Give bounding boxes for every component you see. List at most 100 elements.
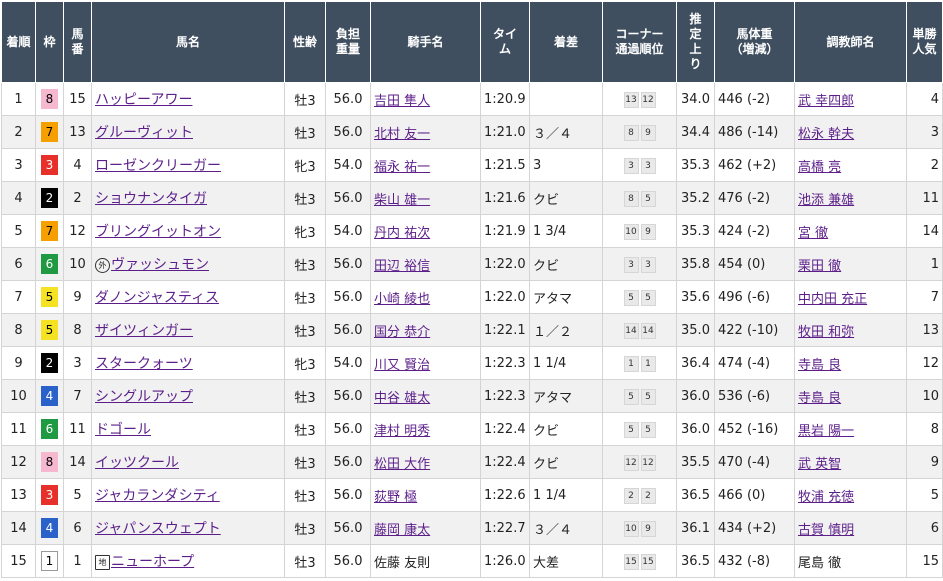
last3f-cell: 34.0	[676, 82, 715, 116]
jockey-link[interactable]: 田辺 裕信	[374, 259, 430, 274]
umaban-value: 1	[73, 553, 82, 569]
horse-name-link[interactable]: ショウナンタイガ	[95, 191, 207, 207]
sex-age-cell: 牡3	[284, 313, 326, 347]
trainer-link[interactable]: 武 英智	[798, 457, 841, 472]
body-weight-value: 496 (-6)	[718, 289, 771, 305]
table-row: 15 1 1 地ニューホープ 牡3 56.0 佐藤 友則 1:26.0 大差 15 15 36.5 43…	[1, 544, 943, 578]
corner-cell: 10 9	[602, 511, 677, 545]
horse-name-link[interactable]: ジャパンスウェプト	[95, 521, 221, 537]
jockey-link[interactable]: 川又 賢治	[374, 358, 430, 373]
popularity-value: 9	[930, 454, 939, 470]
jockey-link[interactable]: 丹内 祐次	[374, 226, 430, 241]
rank-value: 13	[10, 487, 27, 503]
jockey-link[interactable]: 松田 大作	[374, 457, 430, 472]
jockey-link[interactable]: 中谷 雄太	[374, 391, 430, 406]
rank-value: 8	[14, 322, 23, 338]
trainer-link[interactable]: 古賀 慎明	[798, 523, 854, 538]
corner-position: 10	[623, 223, 639, 240]
horse-name-link[interactable]: イッツクール	[95, 455, 179, 471]
weight-value: 54.0	[333, 157, 363, 173]
horse-name-cell: スタークォーツ	[91, 346, 285, 380]
last3f-value: 35.2	[681, 190, 710, 206]
margin-cell: 1 1/4	[529, 478, 603, 512]
trainer-link[interactable]: 寺島 良	[798, 391, 841, 406]
umaban-cell: 12	[63, 214, 92, 248]
trainer-link[interactable]: 武 幸四郎	[798, 94, 854, 109]
jockey-link[interactable]: 吉田 隼人	[374, 94, 430, 109]
last3f-value: 34.4	[681, 124, 710, 140]
trainer-link[interactable]: 黒岩 陽一	[798, 424, 854, 439]
sex-age-value: 牡3	[294, 324, 316, 340]
horse-name-link[interactable]: ニューホープ	[111, 554, 194, 570]
trainer-link[interactable]: 高橋 亮	[798, 160, 841, 175]
trainer-link[interactable]: 中内田 充正	[798, 292, 867, 307]
margin-cell	[529, 82, 603, 116]
margin-cell: アタマ	[529, 280, 603, 314]
jockey-link[interactable]: 津村 明秀	[374, 424, 430, 439]
jockey-link[interactable]: 藤岡 康太	[374, 523, 430, 538]
popularity-value: 2	[930, 157, 939, 173]
margin-value: アタマ	[533, 291, 573, 307]
horse-name-link[interactable]: ジャカランダシティ	[95, 488, 220, 504]
horse-name-link[interactable]: ブリングイットオン	[95, 224, 221, 240]
header-popularity: 単勝 人気	[906, 1, 943, 83]
trainer-cell: 高橋 亮	[794, 148, 907, 182]
body-weight-value: 536 (-6)	[718, 388, 771, 404]
jockey-link[interactable]: 小崎 綾也	[374, 292, 430, 307]
horse-name-cell: ハッピーアワー	[91, 82, 285, 116]
popularity-value: 14	[922, 223, 939, 239]
last3f-value: 36.5	[681, 553, 710, 569]
horse-name-link[interactable]: シングルアップ	[95, 389, 193, 405]
corner-cell: 10 9	[602, 214, 677, 248]
horse-name-link[interactable]: ドゴール	[95, 422, 151, 438]
jockey-link[interactable]: 柴山 雄一	[374, 193, 430, 208]
jockey-name: 佐藤 友則	[374, 555, 431, 571]
header-label: 番	[71, 42, 84, 56]
corner-position: 1	[623, 355, 639, 372]
horse-name-link[interactable]: ローゼンクリーガー	[95, 158, 221, 174]
horse-name-link[interactable]: ダノンジャスティス	[95, 290, 219, 306]
header-corner: コーナー 通過順位	[602, 1, 677, 83]
body-weight-cell: 452 (-16)	[714, 412, 795, 446]
trainer-link[interactable]: 寺島 良	[798, 358, 841, 373]
last3f-value: 36.0	[681, 421, 710, 437]
trainer-link[interactable]: 牧浦 充徳	[798, 490, 854, 505]
body-weight-cell: 432 (-8)	[714, 544, 795, 578]
waku-cell: 4	[35, 511, 64, 545]
horse-name-link[interactable]: ザイツィンガー	[95, 323, 193, 339]
weight-value: 56.0	[333, 190, 363, 206]
jockey-link[interactable]: 荻野 極	[374, 490, 417, 505]
trainer-cell: 牧田 和弥	[794, 313, 907, 347]
weight-value: 56.0	[333, 289, 363, 305]
rank-value: 1	[14, 91, 23, 107]
horse-name-link[interactable]: ヴァッシュモン	[111, 257, 209, 273]
trainer-link[interactable]: 松永 幹夫	[798, 127, 854, 142]
umaban-value: 15	[69, 91, 86, 107]
corner-position: 9	[640, 520, 656, 537]
waku-badge: 7	[41, 122, 58, 142]
header-label: 騎手名	[407, 34, 444, 49]
umaban-cell: 11	[63, 412, 92, 446]
sex-age-cell: 牡3	[284, 82, 326, 116]
trainer-link[interactable]: 牧田 和弥	[798, 325, 854, 340]
horse-name-link[interactable]: グルーヴィット	[95, 125, 193, 141]
margin-cell: 1 1/4	[529, 346, 603, 380]
time-value: 1:22.7	[484, 520, 526, 536]
horse-name-link[interactable]: ハッピーアワー	[95, 92, 192, 108]
horse-name-cell: ローゼンクリーガー	[91, 148, 285, 182]
last3f-cell: 36.0	[676, 412, 715, 446]
umaban-value: 11	[69, 421, 86, 437]
weight-value: 56.0	[333, 454, 363, 470]
trainer-link[interactable]: 栗田 徹	[798, 259, 841, 274]
trainer-link[interactable]: 宮 徹	[798, 226, 828, 241]
trainer-cell: 寺島 良	[794, 346, 907, 380]
sex-age-value: 牝3	[294, 357, 316, 373]
trainer-cell: 牧浦 充徳	[794, 478, 907, 512]
jockey-link[interactable]: 北村 友一	[374, 127, 430, 142]
trainer-link[interactable]: 池添 兼雄	[798, 193, 854, 208]
jockey-link[interactable]: 国分 恭介	[374, 325, 430, 340]
horse-name-link[interactable]: スタークォーツ	[95, 356, 193, 372]
sex-age-value: 牡3	[294, 489, 316, 505]
time-cell: 1:21.6	[480, 181, 530, 215]
jockey-link[interactable]: 福永 祐一	[374, 160, 430, 175]
